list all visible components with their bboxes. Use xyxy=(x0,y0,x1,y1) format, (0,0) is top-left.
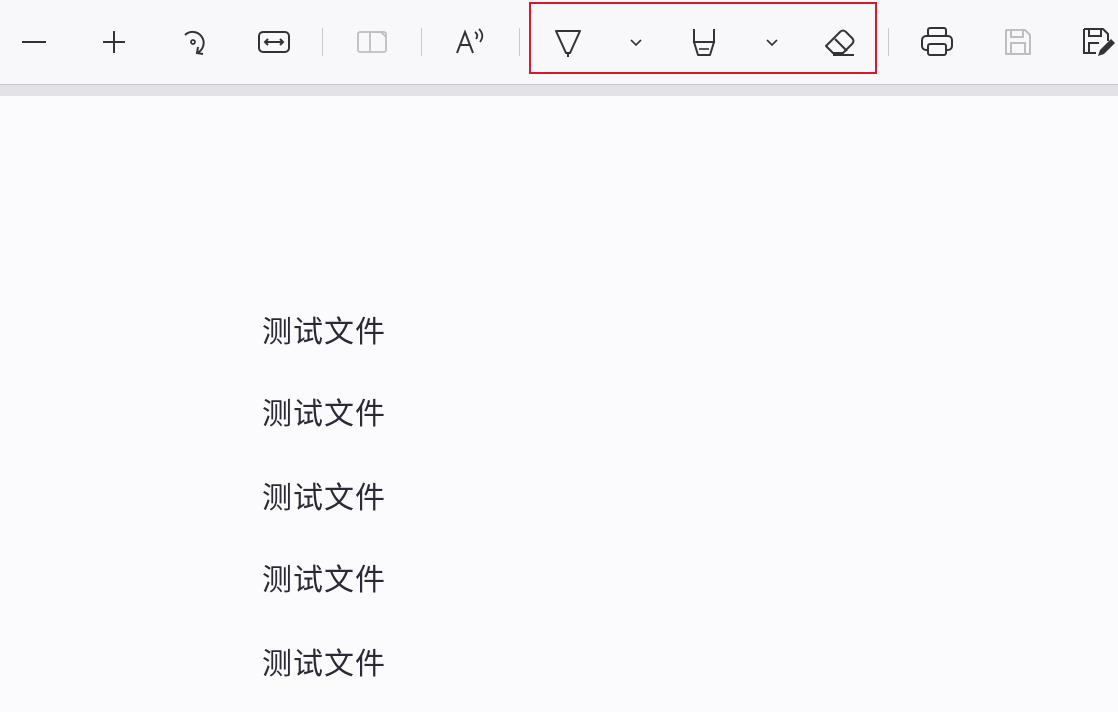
toolbar-separator xyxy=(888,28,889,56)
toolbar-separator xyxy=(322,28,323,56)
eraser-icon xyxy=(825,29,855,56)
save-icon xyxy=(1005,29,1031,55)
draw-options-button[interactable] xyxy=(614,20,658,64)
toolbar-shadow xyxy=(0,85,1118,96)
document-text-line: 测试文件 xyxy=(262,397,386,432)
rotate-icon xyxy=(184,30,205,55)
highlighter-icon xyxy=(693,29,715,56)
two-page-icon xyxy=(357,31,387,53)
chevron-down-icon xyxy=(630,39,642,47)
save-button[interactable] xyxy=(996,20,1040,64)
document-text-line: 测试文件 xyxy=(262,647,386,682)
document-text-line: 测试文件 xyxy=(262,563,386,598)
toolbar-separator xyxy=(519,28,520,56)
pen-icon xyxy=(555,30,581,57)
print-button[interactable] xyxy=(915,20,959,64)
printer-icon xyxy=(921,27,953,56)
save-as-icon xyxy=(1083,28,1115,56)
draw-button[interactable] xyxy=(546,20,590,64)
document-page: 测试文件 测试文件 测试文件 测试文件 测试文件 xyxy=(0,96,1118,712)
zoom-out-button[interactable] xyxy=(12,20,56,64)
zoom-in-button[interactable] xyxy=(92,20,136,64)
read-aloud-button[interactable] xyxy=(447,20,491,64)
fit-to-width-button[interactable] xyxy=(252,20,296,64)
erase-button[interactable] xyxy=(818,20,862,64)
toolbar-separator xyxy=(421,28,422,56)
chevron-down-icon xyxy=(766,39,778,47)
page-view-button[interactable] xyxy=(350,20,394,64)
rotate-button[interactable] xyxy=(171,20,215,64)
document-text-line: 测试文件 xyxy=(262,481,386,516)
highlight-button[interactable] xyxy=(682,20,726,64)
document-text-line: 测试文件 xyxy=(262,315,386,350)
save-as-button[interactable] xyxy=(1076,20,1118,64)
highlight-options-button[interactable] xyxy=(750,20,794,64)
plus-icon xyxy=(103,31,125,53)
minus-icon xyxy=(22,41,46,43)
toolbar xyxy=(0,0,1118,85)
fit-width-icon xyxy=(258,31,290,53)
read-aloud-icon xyxy=(456,28,484,54)
